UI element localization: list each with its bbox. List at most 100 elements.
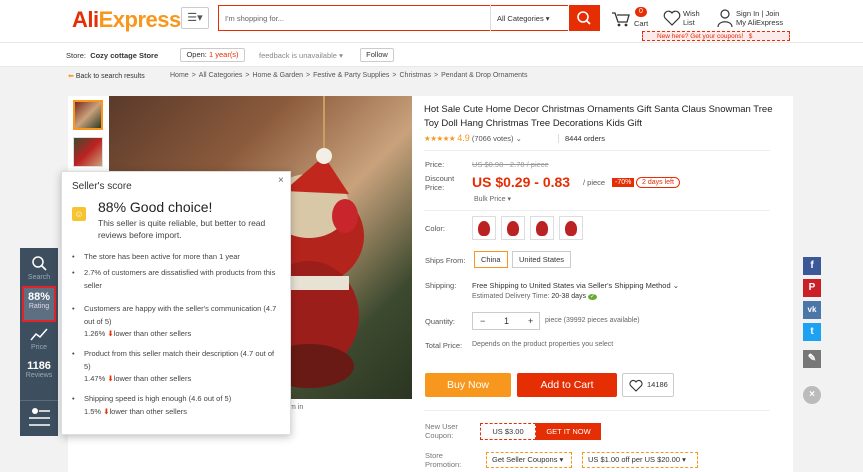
chevron-down-icon: ▾	[545, 14, 550, 23]
ships-from-label: Ships From:	[425, 256, 466, 265]
menu-icon: ☰▾	[187, 12, 203, 24]
product-title: Hot Sale Cute Home Decor Christmas Ornam…	[424, 104, 773, 129]
sidebar-search[interactable]: Search	[20, 252, 58, 281]
score-headline: 88% Good choice!	[98, 199, 213, 215]
score-bullet: • Customers are happy with the seller's c…	[72, 304, 277, 338]
edit-icon[interactable]: ✎	[803, 350, 821, 368]
breadcrumb-item[interactable]: Home & Garden	[252, 72, 303, 79]
store-link[interactable]: Cozy cottage Store	[90, 51, 158, 60]
quantity-input[interactable]: 1	[504, 313, 509, 329]
ships-from-united-states[interactable]: United States	[512, 251, 572, 268]
chevron-down-icon: ⌄	[515, 134, 522, 143]
pieces-available: piece (39992 pieces available)	[545, 317, 640, 324]
chevron-down-icon: ▾	[339, 51, 343, 60]
color-swatch[interactable]	[559, 216, 583, 240]
product-thumbnail[interactable]	[73, 100, 103, 130]
check-icon: ✓	[587, 294, 597, 300]
sign-in-link[interactable]: Sign In	[736, 9, 759, 18]
settings-menu-icon	[29, 408, 50, 426]
heart-icon	[663, 10, 681, 26]
sidebar-rating[interactable]: 88% Rating	[22, 286, 56, 322]
buy-now-button[interactable]: Buy Now	[425, 373, 511, 397]
star-rating-icon: ★★★★★	[424, 134, 456, 143]
heart-icon	[629, 379, 643, 392]
discount-price: US $0.29 - 0.83	[472, 174, 571, 190]
join-link[interactable]: Join	[765, 9, 779, 18]
bulk-price-dropdown[interactable]: Bulk Price ▾	[474, 195, 511, 203]
ships-from-china[interactable]: China	[474, 251, 508, 268]
store-name: Store: Cozy cottage Store	[66, 51, 159, 60]
sidebar-settings[interactable]	[20, 400, 58, 436]
smile-icon: ☺	[72, 207, 86, 221]
new-user-coupon-label: New User Coupon:	[425, 422, 458, 440]
color-swatch[interactable]	[530, 216, 554, 240]
category-menu-button[interactable]: ☰▾	[181, 7, 209, 29]
category-select[interactable]: All Categories ▾	[490, 5, 568, 31]
follow-button[interactable]: Follow	[360, 48, 394, 62]
cart-icon	[612, 12, 630, 27]
promotion-dropdown[interactable]: US $1.00 off per US $20.00 ▾	[582, 452, 698, 468]
estimated-delivery: Estimated Delivery Time: 20-38 days ✓	[472, 293, 597, 300]
score-bullet: • Product from this seller match their de…	[72, 349, 275, 383]
thumbnail-list	[73, 100, 107, 174]
breadcrumb: Home > All Categories > Home & Garden > Festiv…	[170, 72, 528, 79]
add-to-wishlist-button[interactable]: 14186	[622, 373, 674, 397]
breadcrumb-item[interactable]: Festive & Party Supplies	[313, 72, 389, 79]
product-rating[interactable]: ★★★★★ 4.9 (7066 votes) ⌄	[424, 133, 522, 143]
aliexpress-logo[interactable]: AliExpress	[72, 7, 181, 33]
order-count: 8444 orders	[558, 134, 605, 143]
increase-button[interactable]: +	[528, 313, 533, 329]
user-icon	[717, 9, 733, 28]
days-left-badge: 2 days left	[636, 177, 680, 188]
pinterest-share-icon[interactable]: P	[803, 279, 821, 297]
get-seller-coupons-dropdown[interactable]: Get Seller Coupons ▾	[486, 452, 572, 468]
account-label: Sign In | Join My AliExpress	[736, 9, 784, 27]
store-open-badge: Open: 1 year(s)	[180, 48, 245, 62]
add-to-cart-button[interactable]: Add to Cart	[517, 373, 617, 397]
score-bullet: • Shipping speed is high enough (4.6 out …	[72, 394, 232, 416]
sidebar-reviews[interactable]: 1186 Reviews	[20, 360, 58, 379]
cart-count-badge: 0	[635, 7, 647, 17]
vk-share-icon[interactable]: vk	[803, 301, 821, 319]
score-bullet: • The store has been active for more than…	[72, 252, 240, 261]
feedback-status[interactable]: feedback is unavailable ▾	[259, 51, 343, 60]
color-swatch[interactable]	[472, 216, 496, 240]
coupon-value: US $3.00	[480, 423, 536, 440]
breadcrumb-item[interactable]: Pendant & Drop Ornaments	[441, 72, 527, 79]
shipping-method[interactable]: Free Shipping to United States via Selle…	[472, 281, 679, 290]
facebook-share-icon[interactable]: f	[803, 257, 821, 275]
breadcrumb-item[interactable]: All Categories	[199, 72, 243, 79]
close-icon[interactable]: ×	[278, 175, 284, 186]
divider	[424, 150, 770, 151]
breadcrumb-item[interactable]: Home	[170, 72, 189, 79]
search-button[interactable]	[569, 5, 600, 31]
quantity-stepper: − 1 +	[472, 312, 540, 330]
back-to-search-link[interactable]: ⬅ Back to search results	[68, 72, 145, 80]
decrease-button[interactable]: −	[480, 313, 485, 329]
store-promotion-label: Store Promotion:	[425, 451, 462, 469]
price-trend-icon	[30, 328, 48, 341]
total-price-label: Total Price:	[425, 341, 463, 350]
divider	[424, 210, 770, 211]
product-thumbnail[interactable]	[73, 137, 103, 167]
original-price: US $0.98 - 2.78 / piece	[472, 160, 549, 169]
chevron-down-icon: ▾	[682, 455, 686, 464]
per-piece-label: / piece	[583, 178, 606, 187]
popup-title: Seller's score	[72, 181, 132, 192]
breadcrumb-item[interactable]: Christmas	[400, 72, 432, 79]
wishlist-label: Wish List	[683, 9, 700, 27]
new-user-coupon-banner[interactable]: New here? Get your coupons! $	[642, 31, 790, 41]
seller-rating-sidebar: Search 88% Rating Price 1186 Reviews	[20, 248, 58, 436]
get-it-now-button[interactable]: GET IT NOW	[536, 423, 601, 440]
score-description: This seller is quite reliable, but bette…	[98, 218, 266, 240]
color-options	[472, 216, 588, 242]
search-icon	[32, 256, 47, 271]
sidebar-price[interactable]: Price	[20, 326, 58, 351]
chevron-down-icon: ⌄	[672, 281, 680, 290]
discount-price-label: Discount Price:	[425, 174, 455, 192]
twitter-share-icon[interactable]: t	[803, 323, 821, 341]
close-icon[interactable]: ×	[803, 386, 821, 404]
color-swatch[interactable]	[501, 216, 525, 240]
divider	[424, 410, 770, 411]
color-label: Color:	[425, 224, 446, 233]
